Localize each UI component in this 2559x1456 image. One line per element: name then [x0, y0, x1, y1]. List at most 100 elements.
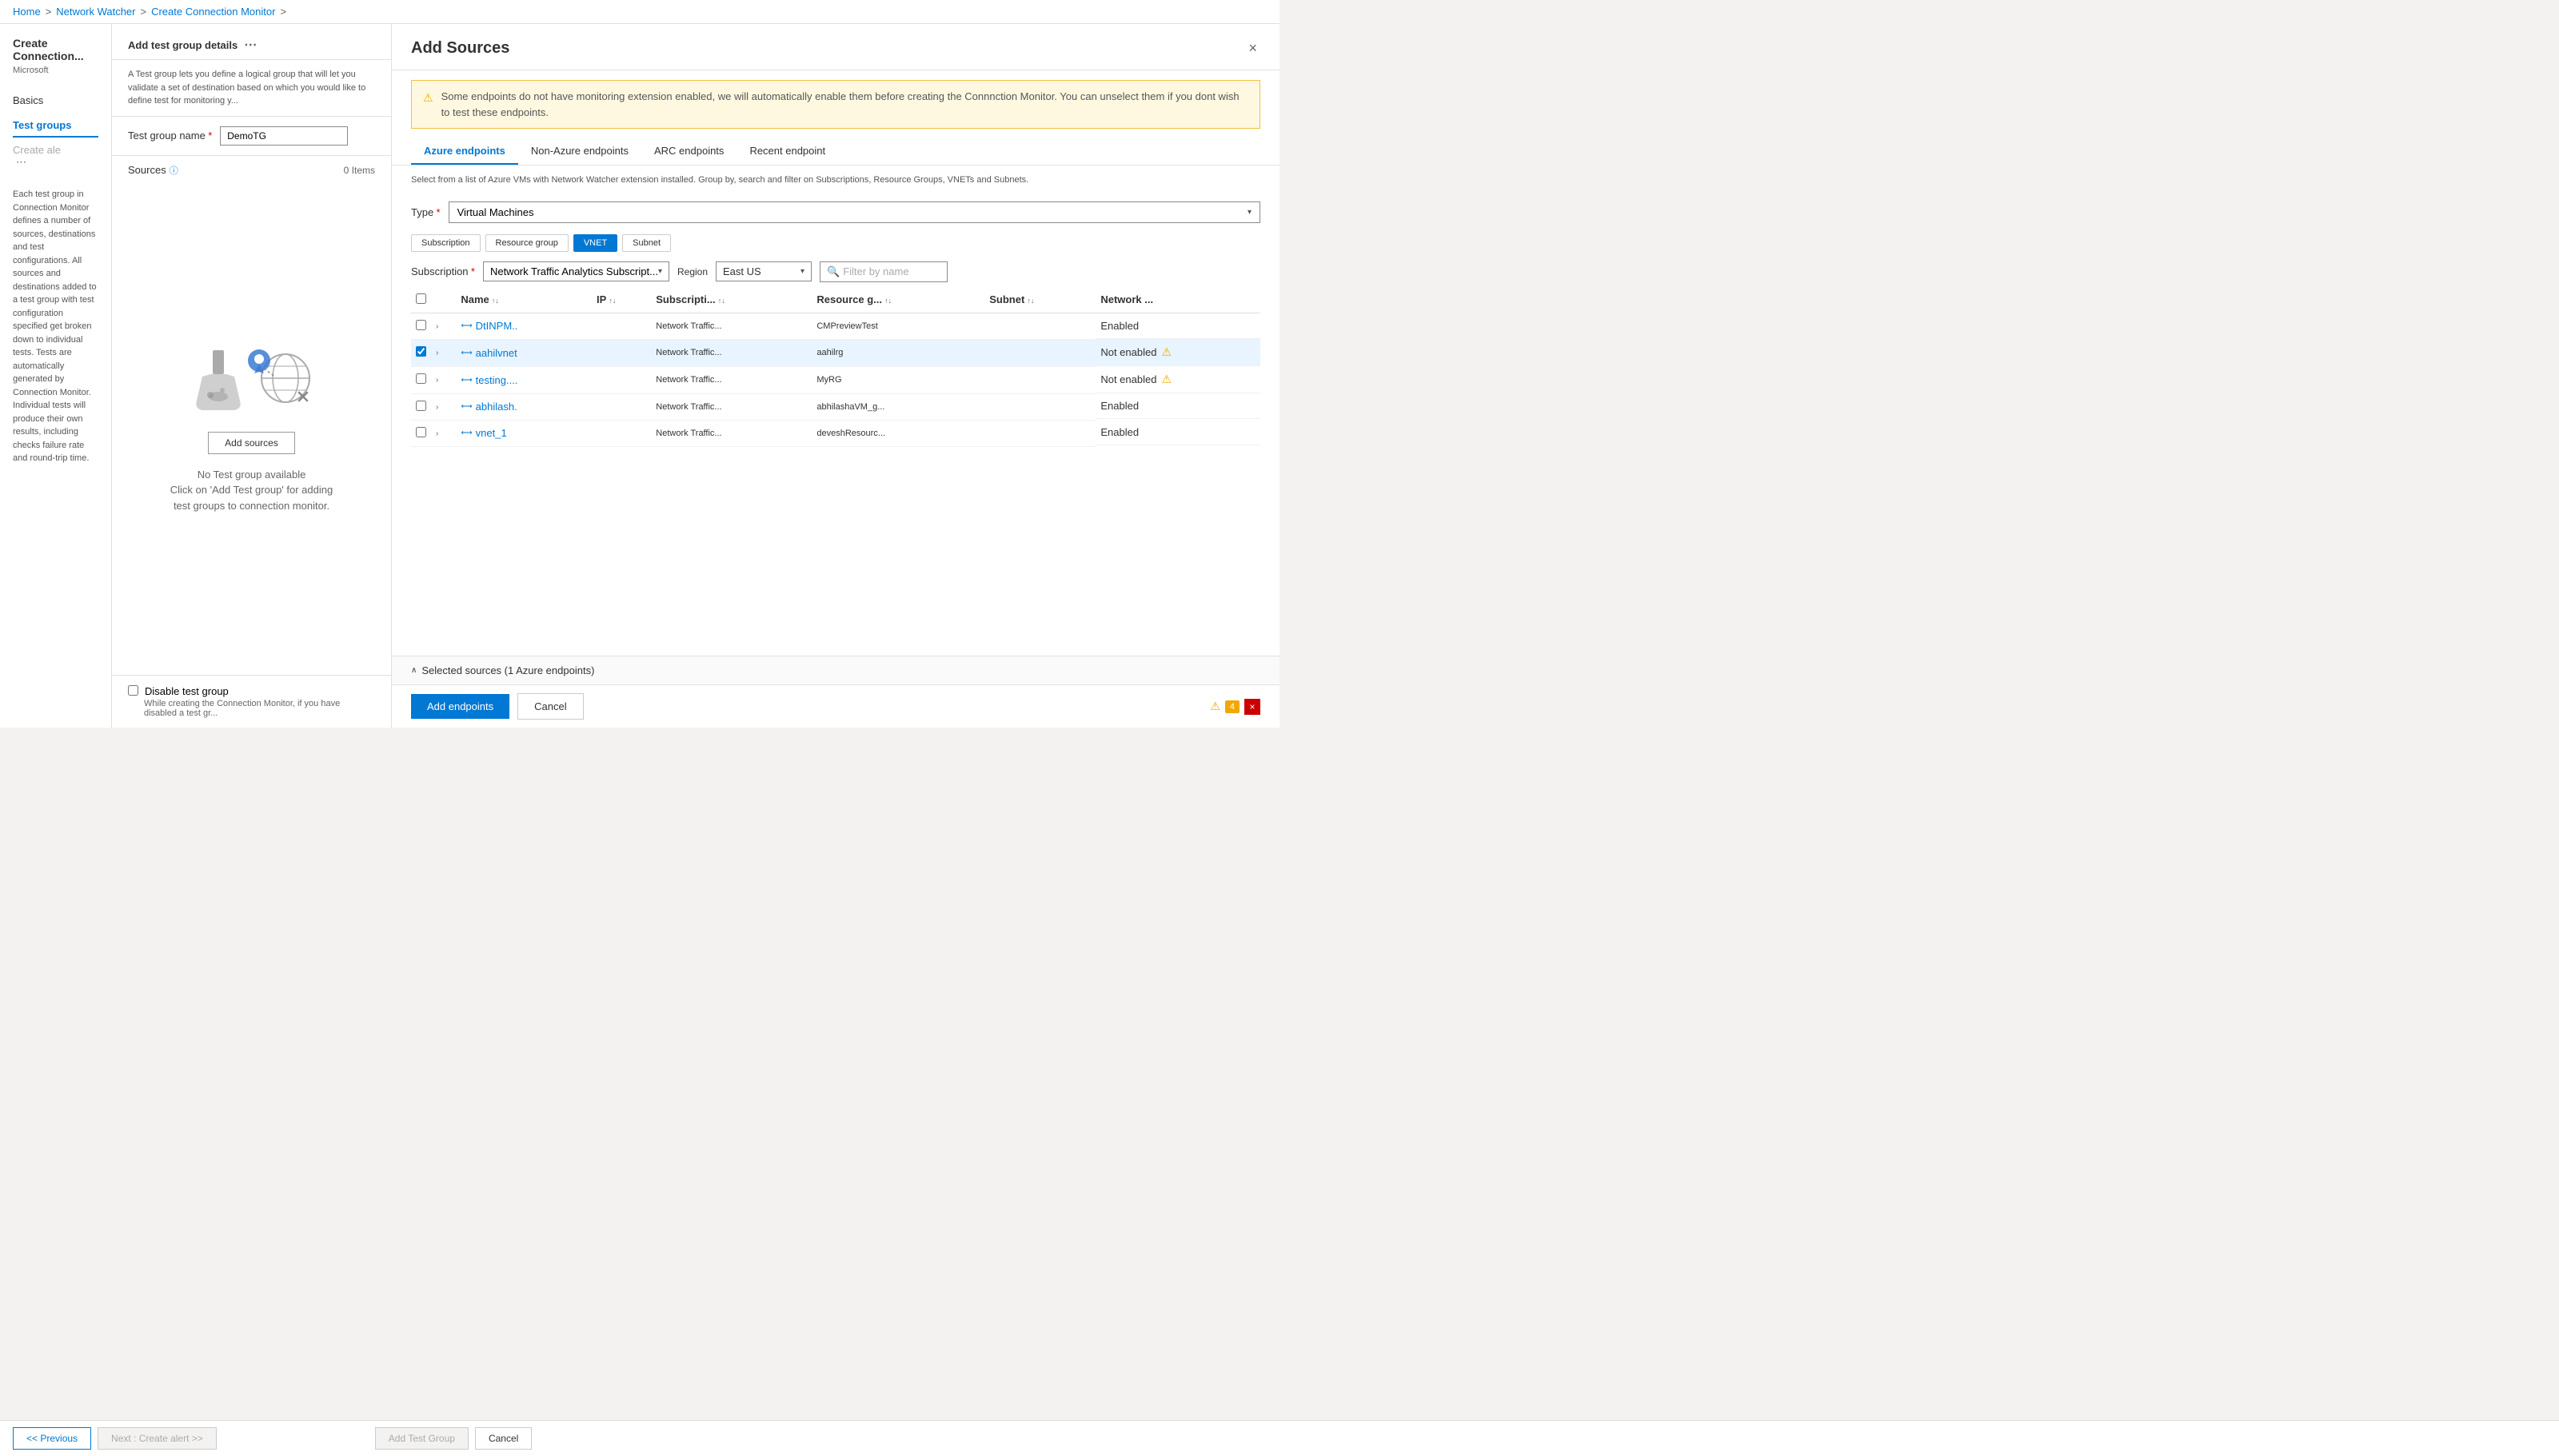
disable-group-label[interactable]: Disable test group	[128, 685, 375, 697]
select-all-checkbox[interactable]	[416, 293, 426, 304]
row-checkbox[interactable]	[416, 427, 426, 437]
breadcrumb-create-connection-monitor[interactable]: Create Connection Monitor	[151, 6, 275, 18]
row-name-link[interactable]: testing....	[476, 374, 518, 386]
close-button[interactable]: ×	[1245, 37, 1260, 60]
type-filter-label: Type *	[411, 206, 441, 218]
bottom-action-bar: Add endpoints Cancel ⚠ 4 ×	[392, 684, 1280, 728]
breadcrumb-network-watcher[interactable]: Network Watcher	[56, 6, 135, 18]
row-checkbox[interactable]	[416, 346, 426, 357]
cancel-button[interactable]: Cancel	[475, 1427, 532, 1450]
row-subscription: Network Traffic...	[651, 313, 812, 339]
table-row: ›⟷vnet_1Network Traffic...deveshResourc.…	[411, 420, 1260, 446]
cancel-right-button[interactable]: Cancel	[517, 693, 583, 720]
row-expand-icon[interactable]: ›	[436, 429, 438, 438]
right-panel-header: Add Sources ×	[392, 24, 1280, 70]
chip-resource-group[interactable]: Resource group	[485, 234, 569, 252]
test-group-name-row: Test group name *	[112, 117, 391, 156]
breadcrumb-bar: Home > Network Watcher > Create Connecti…	[0, 0, 1280, 24]
region-select[interactable]: East US ▾	[716, 261, 812, 281]
sources-empty: Add sources No Test group available Clic…	[128, 185, 375, 668]
row-network-watcher-status: Enabled	[1100, 426, 1139, 438]
sidebar-description: Each test group in Connection Monitor de…	[0, 175, 111, 478]
chip-subnet[interactable]: Subnet	[622, 234, 671, 252]
chip-subscription[interactable]: Subscription	[411, 234, 481, 252]
row-checkbox[interactable]	[416, 401, 426, 411]
filter-by-name-input[interactable]: 🔍 Filter by name	[820, 261, 948, 282]
sources-label: Sources ⓘ	[128, 164, 178, 177]
sort-subscription[interactable]: ↑↓	[718, 297, 725, 305]
col-expand	[431, 287, 456, 313]
disable-group-checkbox[interactable]	[128, 685, 138, 696]
col-resource-group[interactable]: Resource g... ↑↓	[812, 287, 984, 313]
row-subnet	[984, 313, 1096, 339]
row-warning-icon: ⚠	[1161, 345, 1172, 359]
center-panel-header: Add test group details ⋯	[112, 24, 391, 60]
tab-arc-endpoints[interactable]: ARC endpoints	[641, 138, 737, 165]
empty-illustration	[190, 338, 313, 413]
sort-name[interactable]: ↑↓	[492, 297, 499, 305]
row-name-link[interactable]: DtINPM..	[476, 320, 518, 332]
sort-ip[interactable]: ↑↓	[609, 297, 616, 305]
row-checkbox[interactable]	[416, 373, 426, 384]
row-ip	[592, 420, 651, 446]
warning-banner-icon: ⚠	[423, 90, 433, 120]
sidebar-more-icon[interactable]: ⋯	[16, 156, 98, 169]
row-name-link[interactable]: abhilash.	[476, 401, 517, 413]
tab-azure-endpoints[interactable]: Azure endpoints	[411, 138, 518, 165]
center-panel: Add test group details ⋯ A Test group le…	[112, 24, 392, 728]
type-select-chevron: ▾	[1248, 208, 1252, 217]
table-row: ›⟷aahilvnetNetwork Traffic...aahilrgNot …	[411, 339, 1260, 366]
sidebar-item-test-groups[interactable]: Test groups	[0, 113, 111, 138]
test-group-name-input[interactable]	[220, 126, 348, 146]
bottom-bar: << Previous Next : Create alert >> Add T…	[0, 1420, 2559, 1456]
connection-icon: ⟷	[461, 429, 472, 437]
row-expand-icon[interactable]: ›	[436, 349, 438, 357]
col-subnet[interactable]: Subnet ↑↓	[984, 287, 1096, 313]
row-network-watcher-status: Not enabled	[1100, 373, 1156, 385]
col-name[interactable]: Name ↑↓	[456, 287, 592, 313]
subscription-label: Subscription *	[411, 265, 475, 277]
region-chevron: ▾	[800, 267, 804, 276]
row-expand-icon[interactable]: ›	[436, 376, 438, 385]
sort-resource-group[interactable]: ↑↓	[884, 297, 892, 305]
row-name-link[interactable]: aahilvnet	[476, 347, 517, 359]
selected-sources-bar: ∧ Selected sources (1 Azure endpoints)	[392, 656, 1280, 684]
center-panel-title: Add test group details	[128, 39, 238, 51]
add-endpoints-button[interactable]: Add endpoints	[411, 694, 509, 719]
row-subnet	[984, 366, 1096, 393]
row-name-link[interactable]: vnet_1	[476, 427, 507, 439]
type-filter-row: Type * Virtual Machines ▾	[392, 195, 1280, 229]
row-ip	[592, 313, 651, 339]
sidebar-subtitle: Microsoft	[0, 66, 111, 88]
warning-banner: ⚠ Some endpoints do not have monitoring …	[411, 80, 1260, 129]
breadcrumb-home[interactable]: Home	[13, 6, 41, 18]
row-subscription: Network Traffic...	[651, 420, 812, 446]
row-expand-icon[interactable]: ›	[436, 403, 438, 412]
tab-recent-endpoint[interactable]: Recent endpoint	[737, 138, 838, 165]
right-panel-title: Add Sources	[411, 39, 509, 58]
row-expand-icon[interactable]: ›	[436, 322, 438, 331]
breadcrumb-sep-2: >	[141, 6, 147, 18]
sources-info-icon[interactable]: ⓘ	[170, 164, 178, 177]
notification-error-button[interactable]: ×	[1244, 699, 1260, 715]
previous-button[interactable]: << Previous	[13, 1427, 91, 1450]
subscription-select[interactable]: Network Traffic Analytics Subscript... ▾	[483, 261, 669, 281]
add-test-group-button: Add Test Group	[375, 1427, 469, 1450]
center-panel-description: A Test group lets you define a logical g…	[112, 60, 391, 117]
row-checkbox[interactable]	[416, 320, 426, 330]
flask-icon	[190, 349, 246, 413]
row-network-watcher-status: Enabled	[1100, 320, 1139, 332]
sidebar-item-basics[interactable]: Basics	[0, 88, 111, 113]
type-select[interactable]: Virtual Machines ▾	[449, 201, 1260, 223]
col-subscription[interactable]: Subscripti... ↑↓	[651, 287, 812, 313]
row-warning-icon: ⚠	[1161, 373, 1172, 386]
sort-subnet[interactable]: ↑↓	[1027, 297, 1034, 305]
subscription-chevron: ▾	[658, 267, 662, 276]
add-sources-button[interactable]: Add sources	[208, 432, 295, 454]
tab-non-azure-endpoints[interactable]: Non-Azure endpoints	[518, 138, 641, 165]
chip-vnet[interactable]: VNET	[573, 234, 617, 252]
col-ip[interactable]: IP ↑↓	[592, 287, 651, 313]
selected-sources-chevron[interactable]: ∧	[411, 666, 417, 675]
center-panel-more-icon[interactable]: ⋯	[244, 37, 257, 53]
table-row: ›⟷abhilash.Network Traffic...abhilashaVM…	[411, 393, 1260, 420]
